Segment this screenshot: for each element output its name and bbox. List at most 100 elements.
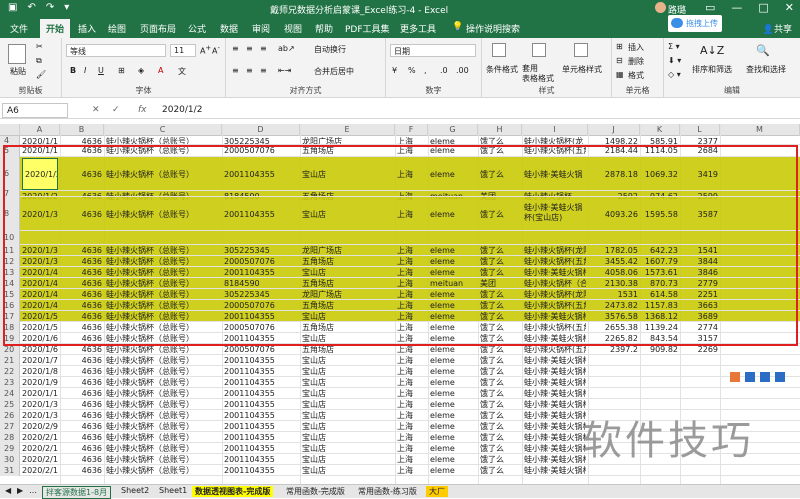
- currency-icon[interactable]: ¥: [392, 66, 397, 75]
- row-header[interactable]: 31: [0, 465, 20, 476]
- wrap-text-button[interactable]: 自动换行: [314, 44, 346, 55]
- sheet-nav-prev-icon[interactable]: ◀: [2, 486, 14, 495]
- ribbon-display-icon[interactable]: ▭: [705, 1, 715, 14]
- bold-icon[interactable]: B: [70, 66, 76, 75]
- comma-icon[interactable]: ,: [424, 66, 427, 75]
- row-header[interactable]: 22: [0, 366, 20, 377]
- align-center-icon[interactable]: ≡: [246, 66, 253, 75]
- column-header-k[interactable]: K: [640, 124, 680, 136]
- tab-data[interactable]: 数据: [220, 22, 238, 35]
- align-left-icon[interactable]: ≡: [232, 66, 239, 75]
- row-header[interactable]: 24: [0, 388, 20, 399]
- column-header-b[interactable]: B: [60, 124, 104, 136]
- increase-font-icon[interactable]: A+: [200, 44, 211, 56]
- minimize-icon[interactable]: —: [731, 1, 742, 14]
- underline-icon[interactable]: U: [98, 66, 104, 75]
- sheet-tab[interactable]: 数据透视图表-完成版: [192, 486, 274, 497]
- sheet-tab[interactable]: Sheet1: [156, 486, 190, 495]
- tab-draw[interactable]: 绘图: [108, 22, 126, 35]
- clear-icon[interactable]: ◇ ▾: [668, 70, 681, 79]
- italic-icon[interactable]: I: [84, 66, 86, 75]
- row-header[interactable]: 29: [0, 443, 20, 454]
- share-button[interactable]: 👤共享: [763, 22, 792, 35]
- column-header-a[interactable]: A: [20, 124, 60, 136]
- conditional-format-button[interactable]: 条件格式: [486, 64, 518, 75]
- row-header[interactable]: 28: [0, 432, 20, 443]
- column-header-c[interactable]: C: [104, 124, 222, 136]
- table-format-button[interactable]: 套用 表格格式: [522, 64, 554, 84]
- sheet-tab[interactable]: 大厂: [426, 486, 448, 497]
- border-icon[interactable]: ⊞: [118, 66, 125, 75]
- column-header-l[interactable]: L: [680, 124, 720, 136]
- phonetic-icon[interactable]: 文: [178, 66, 186, 77]
- fill-color-icon[interactable]: ◈: [138, 66, 144, 75]
- format-cells-button[interactable]: 格式: [628, 70, 644, 81]
- find-select-button[interactable]: 查找和选择: [746, 64, 786, 75]
- customize-qa-icon[interactable]: ▾: [64, 2, 69, 13]
- row-header[interactable]: 27: [0, 421, 20, 432]
- format-painter-icon[interactable]: 🖌: [36, 70, 46, 79]
- undo-icon[interactable]: ↶: [27, 2, 35, 13]
- maximize-icon[interactable]: □: [758, 1, 768, 14]
- column-header-j[interactable]: J: [588, 124, 640, 136]
- align-top-icon[interactable]: ≡: [232, 44, 239, 53]
- column-header-m[interactable]: M: [720, 124, 800, 136]
- select-all-corner[interactable]: [0, 124, 20, 136]
- row-header[interactable]: 23: [0, 377, 20, 388]
- insert-cells-button[interactable]: 插入: [628, 42, 644, 53]
- tell-me-search[interactable]: 操作说明搜索: [466, 22, 520, 35]
- avatar[interactable]: [655, 2, 666, 13]
- align-right-icon[interactable]: ≡: [260, 66, 267, 75]
- paste-icon[interactable]: [8, 44, 26, 64]
- font-color-icon[interactable]: A: [158, 66, 163, 75]
- close-icon[interactable]: ✕: [785, 1, 794, 14]
- column-header-d[interactable]: D: [222, 124, 300, 136]
- cut-icon[interactable]: ✂: [36, 42, 43, 51]
- tab-page-layout[interactable]: 页面布局: [140, 22, 176, 35]
- align-bottom-icon[interactable]: ≡: [260, 44, 267, 53]
- merge-center-button[interactable]: 合并后居中: [314, 66, 354, 77]
- font-name-select[interactable]: 等线: [66, 44, 166, 57]
- tab-home[interactable]: 开始: [40, 19, 71, 38]
- paste-button[interactable]: 粘贴: [10, 66, 26, 77]
- increase-decimal-icon[interactable]: .0: [440, 66, 448, 75]
- cancel-icon[interactable]: ✕: [92, 105, 100, 115]
- column-header-h[interactable]: H: [478, 124, 522, 136]
- row-header[interactable]: 30: [0, 454, 20, 465]
- decrease-decimal-icon[interactable]: .00: [456, 66, 469, 75]
- sheet-tab[interactable]: Sheet2: [118, 486, 152, 495]
- align-middle-icon[interactable]: ≡: [246, 44, 253, 53]
- column-header-f[interactable]: F: [395, 124, 428, 136]
- sheet-tab[interactable]: 常用函数-完成版: [283, 486, 348, 497]
- font-size-select[interactable]: 11: [170, 44, 196, 57]
- insert-function-button[interactable]: fx: [138, 105, 147, 115]
- cell-style-button[interactable]: 单元格样式: [562, 64, 602, 75]
- name-box[interactable]: A6: [2, 103, 68, 118]
- fill-icon[interactable]: ⬇ ▾: [668, 56, 681, 65]
- indent-icon[interactable]: ⇤⇥: [278, 66, 291, 75]
- number-format-select[interactable]: 日期: [390, 44, 476, 57]
- tab-help[interactable]: 帮助: [315, 22, 333, 35]
- column-header-i[interactable]: I: [522, 124, 588, 136]
- sheet-tab[interactable]: 拌客源数据1-8月: [42, 486, 112, 499]
- row-header[interactable]: 4: [0, 136, 20, 145]
- column-header-g[interactable]: G: [428, 124, 478, 136]
- column-header-e[interactable]: E: [300, 124, 395, 136]
- row-header[interactable]: 21: [0, 355, 20, 366]
- save-icon[interactable]: ▣: [8, 2, 17, 13]
- enter-icon[interactable]: ✓: [112, 105, 120, 115]
- delete-cells-button[interactable]: 删除: [628, 56, 644, 67]
- cloud-upload-button[interactable]: 拖拽上传: [668, 15, 722, 32]
- decrease-font-icon[interactable]: A-: [212, 44, 220, 56]
- percent-icon[interactable]: %: [408, 66, 416, 75]
- sort-filter-button[interactable]: 排序和筛选: [692, 64, 732, 75]
- row-header[interactable]: 25: [0, 399, 20, 410]
- autosum-icon[interactable]: Σ ▾: [668, 42, 680, 51]
- tab-pdf-tools[interactable]: PDF工具集: [345, 22, 390, 35]
- tab-insert[interactable]: 插入: [78, 22, 96, 35]
- redo-icon[interactable]: ↷: [46, 2, 54, 13]
- tab-review[interactable]: 审阅: [252, 22, 270, 35]
- sheet-tab[interactable]: 常用函数-练习版: [355, 486, 420, 497]
- tab-file[interactable]: 文件: [10, 22, 28, 35]
- tab-more-tools[interactable]: 更多工具: [400, 22, 436, 35]
